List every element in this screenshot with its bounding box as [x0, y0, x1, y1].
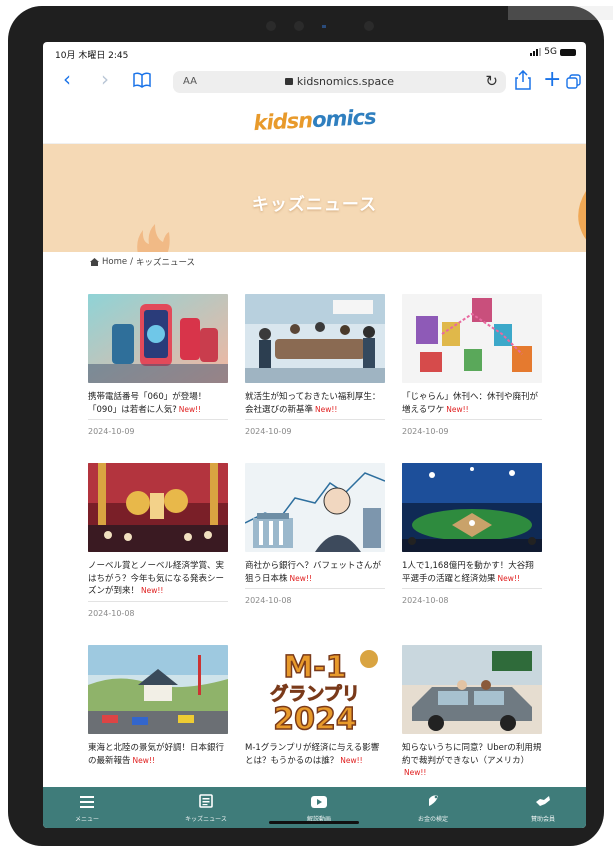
article-thumbnail[interactable]: M-1 グランプリ 2024	[245, 645, 385, 734]
article-title[interactable]: 東海と北陸の景気が好調！日本銀行の最新報告	[88, 743, 224, 766]
article-thumbnail[interactable]	[402, 645, 542, 734]
new-badge: New!!	[315, 404, 338, 414]
quiz-icon	[383, 793, 483, 809]
article-card[interactable]: 商社から銀行へ？バフェットさんが狙う日本株 New!! 2024-10-08	[245, 463, 385, 605]
article-thumbnail[interactable]	[88, 294, 228, 383]
url-text: kidsnomics.space	[296, 75, 395, 88]
article-card[interactable]: 知らないうちに同意？Uberの利用規約で裁判ができない（アメリカ） New!!	[402, 645, 542, 780]
breadcrumb-current: キッズニュース	[135, 258, 196, 268]
tab-supporter[interactable]: 賛助会員	[493, 787, 586, 828]
new-badge: New!!	[289, 573, 312, 583]
tab-money-quiz[interactable]: お金の検定	[383, 787, 483, 828]
article-thumbnail[interactable]	[245, 294, 385, 383]
svg-text:2024: 2024	[273, 702, 357, 734]
screen: 10月 木曜日 2:45 5G ‹ › AA kidsnomics.space …	[43, 42, 586, 828]
sensor-icon	[364, 21, 374, 31]
new-badge: New!!	[178, 404, 202, 414]
status-bar: 10月 木曜日 2:45 5G	[43, 42, 586, 62]
article-card[interactable]: M-1 グランプリ 2024 M-1グランプリが経済に与える影響とは？もうかるのは誰…	[245, 645, 385, 767]
tabs-icon[interactable]	[566, 72, 581, 92]
home-icon	[90, 258, 99, 266]
supporter-icon	[493, 793, 586, 809]
home-indicator	[269, 821, 359, 824]
article-thumbnail[interactable]	[402, 294, 542, 383]
address-bar[interactable]: AA kidsnomics.space ↻	[173, 71, 506, 93]
sensor-icon	[294, 21, 304, 31]
lock-icon	[284, 78, 293, 85]
article-date: 2024-10-09	[245, 419, 385, 436]
battery-icon	[560, 48, 576, 56]
bookmarks-icon[interactable]	[133, 71, 151, 91]
breadcrumb-home-link[interactable]: Home	[102, 257, 127, 267]
status-time: 10月 木曜日 2:45	[55, 51, 129, 61]
article-title[interactable]: 就活生が知っておきたい福利厚生：会社選びの新基準	[245, 392, 380, 415]
article-thumbnail[interactable]	[245, 463, 385, 552]
network-label: 5G	[544, 47, 557, 57]
article-thumbnail[interactable]	[402, 463, 542, 552]
article-card[interactable]: 就活生が知っておきたい福利厚生：会社選びの新基準 New!! 2024-10-09	[245, 294, 385, 436]
browser-toolbar: ‹ › AA kidsnomics.space ↻ +	[43, 64, 586, 98]
site-header: kidsnomics	[43, 100, 586, 144]
back-icon[interactable]: ‹	[63, 69, 71, 89]
article-title[interactable]: 「じゃらん」休刊へ：休刊や廃刊が増えるワケ	[402, 392, 538, 415]
hero-banner: キッズニュース	[43, 144, 586, 252]
forward-icon[interactable]: ›	[101, 69, 109, 89]
page-title: キッズニュース	[251, 195, 378, 215]
article-title[interactable]: 知らないうちに同意？Uberの利用規約で裁判ができない（アメリカ）	[402, 743, 541, 766]
article-date: 2024-10-08	[245, 588, 385, 605]
article-card[interactable]: 東海と北陸の景気が好調！日本銀行の最新報告 New!!	[88, 645, 228, 767]
new-badge: New!!	[141, 586, 164, 595]
news-icon	[156, 793, 256, 809]
article-date: 2024-10-08	[88, 600, 228, 618]
article-card[interactable]: 携帯電話番号「060」が登場！「090」は若者に人気? New!! 2024-10…	[88, 294, 228, 436]
reload-icon[interactable]: ↻	[485, 72, 498, 90]
article-date: 2024-10-08	[402, 588, 542, 605]
share-icon[interactable]	[515, 69, 531, 93]
article-title[interactable]: 商社から銀行へ？バフェットさんが狙う日本株	[245, 561, 381, 584]
article-date: 2024-10-09	[402, 419, 542, 436]
article-card[interactable]: 1人で1,168億円を動かす！大谷翔平選手の活躍と経済効果 New!! 2024-…	[402, 463, 542, 605]
new-badge: New!!	[497, 573, 520, 583]
video-icon	[269, 793, 369, 809]
breadcrumb: Home / キッズニュース	[90, 256, 195, 268]
menu-icon	[43, 793, 137, 809]
new-badge: New!!	[446, 404, 469, 414]
new-badge: New!!	[340, 755, 363, 765]
site-logo[interactable]: kidsnomics	[43, 94, 586, 146]
new-tab-icon[interactable]: +	[543, 69, 561, 91]
tab-kids-news[interactable]: キッズニュース	[156, 787, 256, 828]
article-card[interactable]: ノーベル賞とノーベル経済学賞、実はちがう？今年も気になる発表シーズンが到来！ Ne…	[88, 463, 228, 618]
article-thumbnail[interactable]	[88, 645, 228, 734]
tab-menu[interactable]: メニュー	[43, 787, 137, 828]
article-card[interactable]: 「じゃらん」休刊へ：休刊や廃刊が増えるワケ New!! 2024-10-09	[402, 294, 542, 436]
m1-logo-text: M-1	[283, 650, 346, 685]
article-date: 2024-10-09	[88, 419, 228, 436]
article-thumbnail[interactable]	[88, 463, 228, 552]
new-badge: New!!	[404, 768, 427, 777]
camera-icon	[266, 21, 276, 31]
signal-icon	[530, 48, 542, 56]
new-badge: New!!	[132, 755, 155, 765]
